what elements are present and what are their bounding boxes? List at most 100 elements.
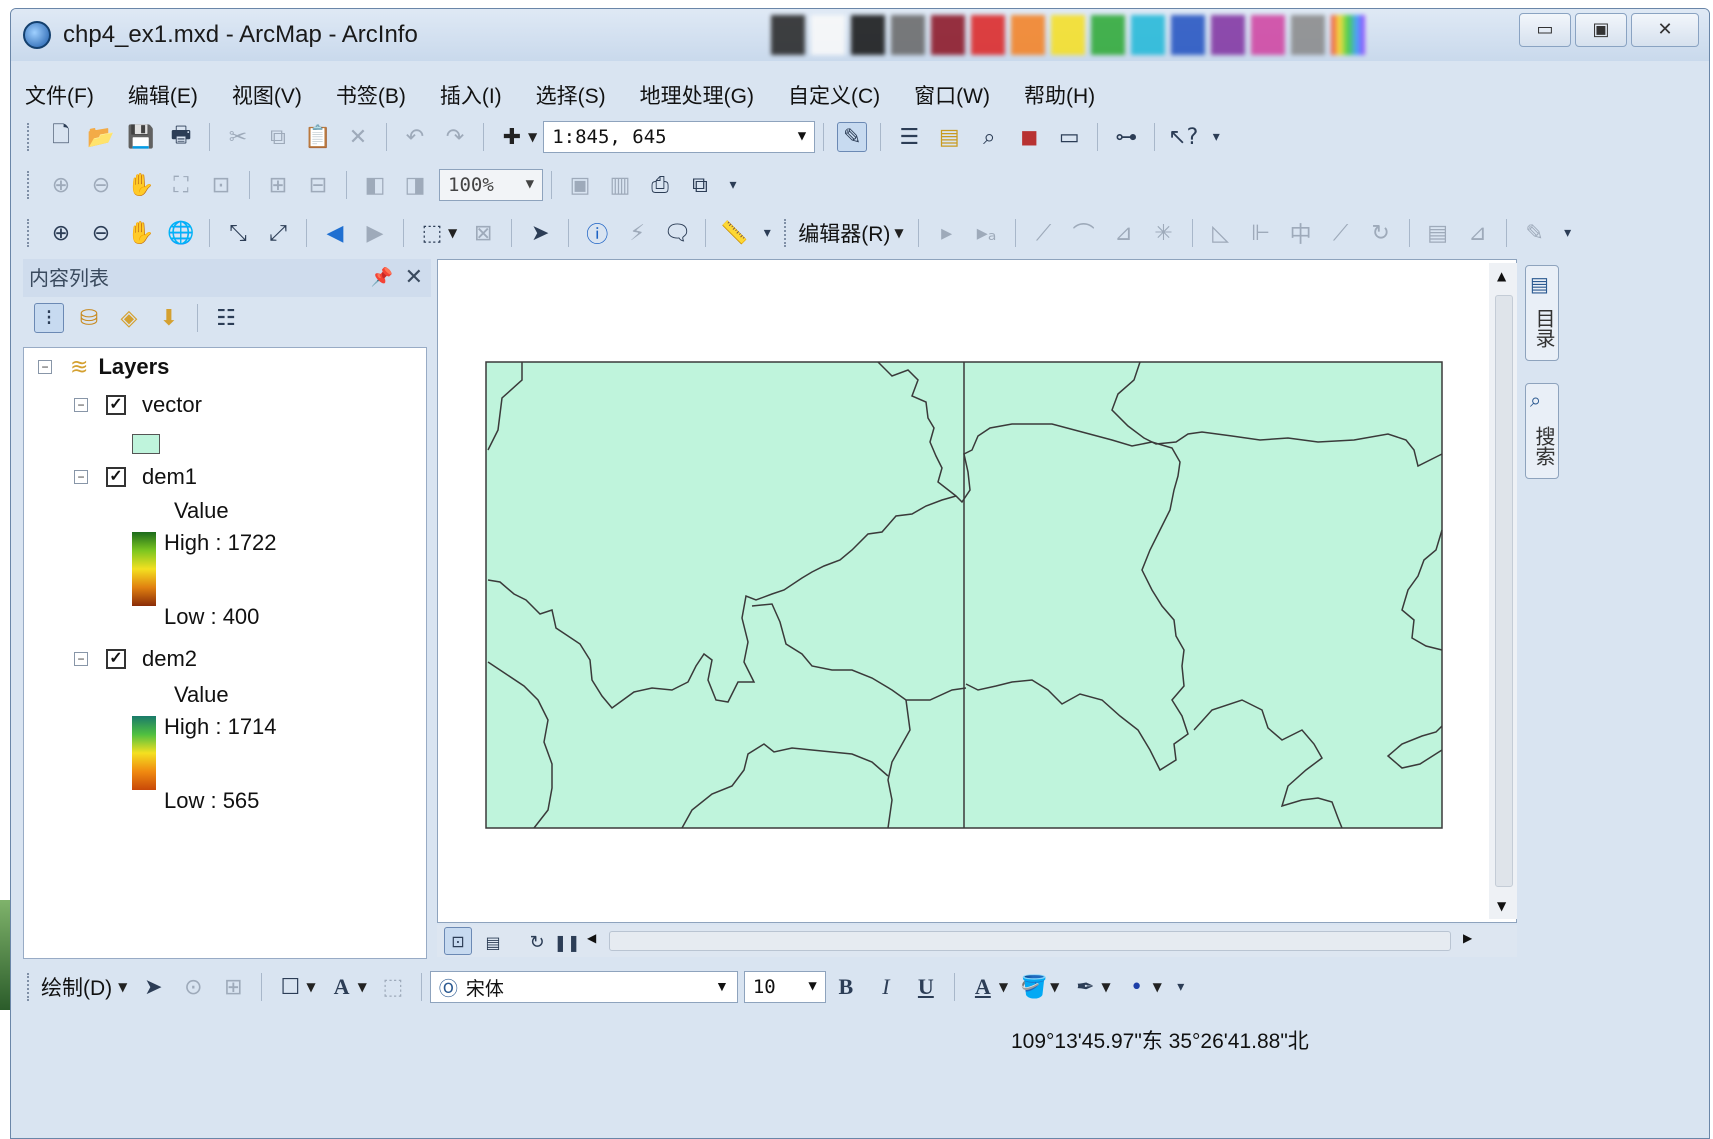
attributes-icon[interactable]: ▤	[1423, 218, 1453, 248]
font-color-dropdown-icon[interactable]: ▼	[999, 980, 1008, 994]
text-tool-icon[interactable]: A	[327, 972, 357, 1002]
scroll-up-icon[interactable]: ▲	[1497, 269, 1506, 283]
refresh-icon[interactable]: ↻	[522, 927, 552, 957]
map-canvas[interactable]	[438, 260, 1516, 922]
sketch-properties-icon[interactable]: ⊿	[1463, 218, 1493, 248]
python-window-icon[interactable]: ▭	[1054, 122, 1084, 152]
save-icon[interactable]: 💾	[126, 122, 156, 152]
dem2-color-ramp[interactable]	[132, 716, 156, 790]
zoom-whole-page-icon[interactable]: ⛶	[166, 170, 196, 200]
layer-visibility-checkbox[interactable]: ✓	[106, 395, 126, 415]
toolbar-options-icon[interactable]: ▾	[759, 218, 775, 248]
change-layout-icon[interactable]: ⎙	[645, 170, 675, 200]
menu-windows[interactable]: 窗口(W)	[912, 78, 992, 112]
toc-close-button[interactable]: ✕	[405, 259, 423, 297]
focus-data-frame-icon[interactable]: ▥	[605, 170, 635, 200]
layers-root[interactable]: − ≋ Layers	[38, 354, 169, 380]
fill-color-icon[interactable]: 🪣	[1019, 972, 1049, 1002]
layout-pan-icon[interactable]: ✋	[126, 170, 156, 200]
menu-geoprocessing[interactable]: 地理处理(G)	[638, 78, 756, 112]
pin-icon[interactable]: 📌	[371, 259, 393, 297]
toolbar-grip[interactable]	[27, 171, 33, 199]
close-button[interactable]: ✕	[1631, 13, 1699, 47]
toolbar-options-icon[interactable]: ▾	[1173, 972, 1189, 1002]
identify-info-icon[interactable]: ⓘ	[582, 218, 612, 248]
straight-segment-icon[interactable]: ⟋	[1029, 218, 1059, 248]
collapse-icon[interactable]: −	[74, 470, 88, 484]
table-of-contents-icon[interactable]: ☰	[894, 122, 924, 152]
line-color-dropdown-icon[interactable]: ▼	[1101, 980, 1110, 994]
fixed-zoom-out-icon[interactable]: ⊟	[303, 170, 333, 200]
forward-arrow-icon[interactable]: ▶	[360, 218, 390, 248]
clear-selection-icon[interactable]: ⊠	[468, 218, 498, 248]
fixed-zoom-out-icon[interactable]: ⤢	[263, 218, 293, 248]
html-popup-icon[interactable]: 🗨	[662, 218, 692, 248]
map-display[interactable]	[437, 259, 1517, 923]
reshape-icon[interactable]: ⊩	[1246, 218, 1276, 248]
menu-insert[interactable]: 插入(I)	[438, 78, 504, 112]
editor-toolbar-icon[interactable]: ✎	[837, 122, 868, 152]
pause-drawing-icon[interactable]: ❚❚	[552, 927, 582, 957]
list-by-drawing-order-icon[interactable]: ⁝	[34, 303, 64, 333]
vertical-scroll-thumb[interactable]	[1495, 295, 1513, 887]
menu-customize[interactable]: 自定义(C)	[786, 78, 882, 112]
scroll-left-icon[interactable]: ◀	[587, 931, 596, 945]
toolbar-grip[interactable]	[784, 219, 790, 247]
toolbar-grip[interactable]	[27, 973, 33, 1001]
text-dropdown-icon[interactable]: ▼	[358, 980, 367, 994]
menu-help[interactable]: 帮助(H)	[1022, 78, 1097, 112]
trace-icon[interactable]: ⊿	[1109, 218, 1139, 248]
add-data-icon[interactable]: ✚	[497, 122, 527, 152]
open-folder-icon[interactable]: 📂	[86, 122, 116, 152]
layout-zoom-in-icon[interactable]: ⊕	[46, 170, 76, 200]
scroll-right-icon[interactable]: ▶	[1463, 931, 1472, 945]
fill-color-dropdown-icon[interactable]: ▼	[1050, 980, 1059, 994]
editor-dropdown-icon[interactable]: ▼	[894, 226, 903, 240]
collapse-icon[interactable]: −	[38, 360, 52, 374]
toolbar-grip[interactable]	[27, 219, 33, 247]
layer-visibility-checkbox[interactable]: ✓	[106, 649, 126, 669]
copy-icon[interactable]: ⧉	[263, 122, 293, 152]
search-side-tab[interactable]: ⌕ 搜索	[1525, 383, 1559, 479]
map-scale-combo[interactable]: 1:845, 645 ▼	[543, 121, 816, 153]
list-by-source-icon[interactable]: ⛁	[74, 303, 104, 333]
rotate-element-icon[interactable]: ⊙	[178, 972, 208, 1002]
select-features-dropdown-icon[interactable]: ▼	[448, 226, 457, 240]
data-view-icon[interactable]: ⊡	[444, 927, 472, 955]
font-size-combo[interactable]: 10 ▼	[743, 971, 826, 1003]
bold-button[interactable]: B	[831, 972, 861, 1002]
dem1-color-ramp[interactable]	[132, 532, 156, 606]
layer-dem1[interactable]: − ✓ dem1	[74, 464, 197, 490]
toggle-draft-mode-icon[interactable]: ▣	[565, 170, 595, 200]
fixed-zoom-in-icon[interactable]: ⊞	[263, 170, 293, 200]
rectangle-icon[interactable]: ☐	[275, 972, 305, 1002]
hyperlink-icon[interactable]: ⚡	[622, 218, 652, 248]
toolbar-options-icon[interactable]: ▾	[725, 170, 741, 200]
split-icon[interactable]: ⟋	[1326, 218, 1356, 248]
italic-button[interactable]: I	[871, 972, 901, 1002]
next-extent-icon[interactable]: ◨	[400, 170, 430, 200]
zoom-in-icon[interactable]: ⊕	[46, 218, 76, 248]
create-features-icon[interactable]: ✎	[1520, 218, 1550, 248]
add-data-dropdown-icon[interactable]: ▼	[528, 130, 537, 144]
toolbar-options-icon[interactable]: ▾	[1560, 218, 1576, 248]
zoom-to-selected-elements-icon[interactable]: ⊞	[218, 972, 248, 1002]
fixed-zoom-in-icon[interactable]: ⤡	[223, 218, 253, 248]
select-elements-arrow-icon[interactable]: ➤	[525, 218, 555, 248]
back-arrow-icon[interactable]: ◀	[320, 218, 350, 248]
edit-annotation-icon[interactable]: ▸ₐ	[972, 218, 1002, 248]
undo-icon[interactable]: ↶	[400, 122, 430, 152]
maximize-button[interactable]: ▣	[1575, 13, 1627, 47]
vector-fill-swatch[interactable]	[132, 434, 160, 454]
layout-zoom-out-icon[interactable]: ⊖	[86, 170, 116, 200]
list-by-selection-icon[interactable]: ⬇	[154, 303, 184, 333]
paste-icon[interactable]: 📋	[303, 122, 333, 152]
rotate-icon[interactable]: ↻	[1366, 218, 1396, 248]
scroll-down-icon[interactable]: ▼	[1497, 899, 1506, 913]
modelbuilder-icon[interactable]: ⊶	[1111, 122, 1141, 152]
catalog-side-tab[interactable]: ▤ 目录	[1525, 265, 1559, 361]
zoom-out-icon[interactable]: ⊖	[86, 218, 116, 248]
search-window-icon[interactable]: ⌕	[974, 122, 1004, 152]
point-icon[interactable]: ✳	[1149, 218, 1179, 248]
new-document-icon[interactable]: 🗋	[46, 122, 76, 152]
